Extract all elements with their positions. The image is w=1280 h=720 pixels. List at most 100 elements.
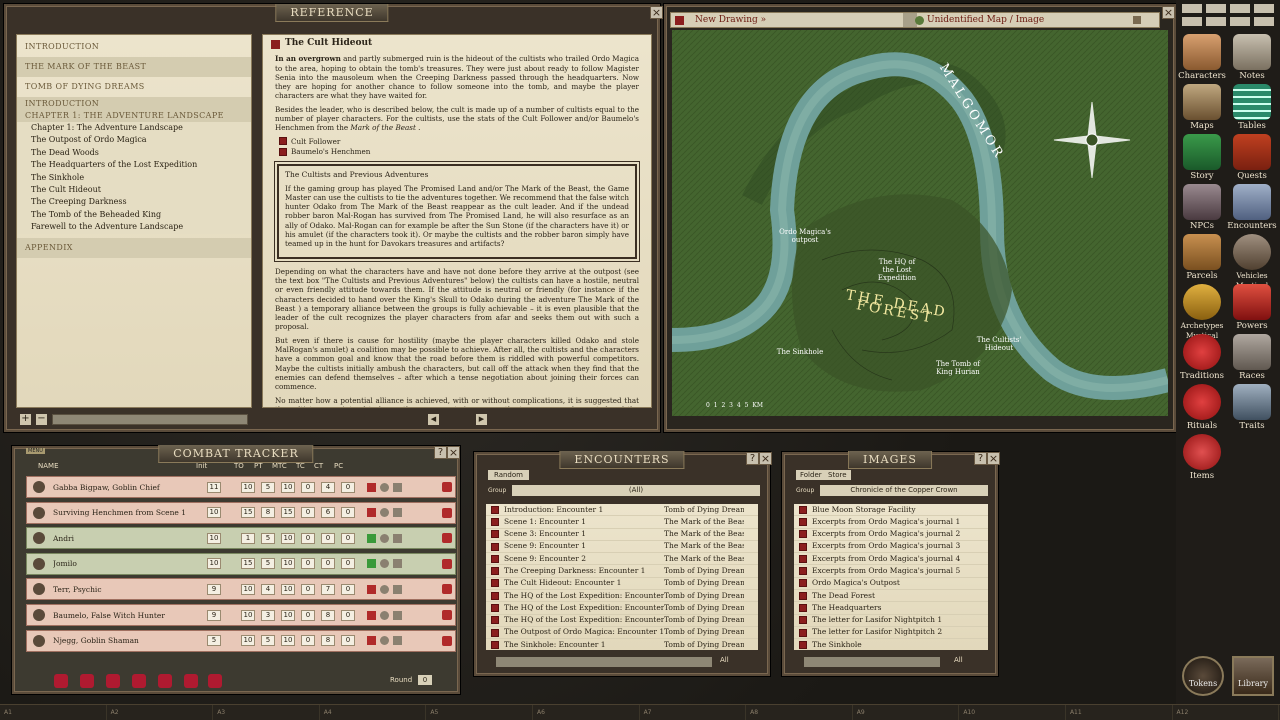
- encounter-item[interactable]: The Creeping Darkness: Encounter 1Tomb o…: [486, 565, 758, 577]
- toc-item[interactable]: Tomb of Dying Dreams: [17, 77, 251, 97]
- hotkey-slot[interactable]: A12: [1173, 705, 1280, 720]
- toc-sub-item[interactable]: The Cult Hideout: [17, 184, 251, 196]
- encounter-item[interactable]: The Cult Hideout: Encounter 1Tomb of Dyi…: [486, 578, 758, 590]
- sidebar-button-npcs[interactable]: NPCs: [1177, 184, 1227, 231]
- delete-icon[interactable]: [442, 610, 452, 620]
- sidebar-button-traits[interactable]: Traits: [1227, 384, 1277, 431]
- toc-sub-item[interactable]: Farewell to the Adventure Landscape: [17, 221, 251, 233]
- d4-icon[interactable]: [54, 674, 68, 688]
- encounter-item[interactable]: The Outpost of Ordo Magica: Encounter 1T…: [486, 627, 758, 639]
- target-icon[interactable]: [380, 611, 389, 620]
- encounter-item[interactable]: The HQ of the Lost Expedition: Encounter…: [486, 615, 758, 627]
- dmod-icon[interactable]: [208, 674, 222, 688]
- hotkey-slot[interactable]: A10: [959, 705, 1066, 720]
- init-field[interactable]: 10: [207, 533, 221, 544]
- image-item[interactable]: The Dead Forest: [794, 590, 988, 602]
- stat-field[interactable]: 10: [241, 482, 255, 493]
- effect-icon[interactable]: [367, 534, 376, 543]
- init-field[interactable]: 5: [207, 635, 221, 646]
- stat-field[interactable]: 1: [241, 533, 255, 544]
- stat-field[interactable]: 0: [341, 507, 355, 518]
- stat-field[interactable]: 0: [301, 507, 315, 518]
- toc-item[interactable]: The Mark of the Beast: [17, 57, 251, 77]
- image-item[interactable]: Excerpts from Ordo Magica's journal 3: [794, 541, 988, 553]
- toc-sub-item[interactable]: The Creeping Darkness: [17, 196, 251, 208]
- toc-sub-item[interactable]: The Outpost of Ordo Magica: [17, 134, 251, 146]
- combatant-row[interactable]: Gabba Bigpaw, Goblin Chief1110510040: [26, 476, 456, 498]
- sword-icon[interactable]: [393, 559, 402, 568]
- help-button[interactable]: ?: [434, 446, 447, 459]
- combatant-row[interactable]: Terr, Psychic910410070: [26, 578, 456, 600]
- toc-sub-item[interactable]: The Dead Woods: [17, 147, 251, 159]
- combatant-row[interactable]: Surviving Henchmen from Scene 1101581506…: [26, 502, 456, 524]
- hotkey-slot[interactable]: A5: [426, 705, 533, 720]
- map-tab-new-drawing[interactable]: New Drawing »: [695, 15, 766, 25]
- group-select[interactable]: (All): [512, 485, 760, 496]
- doc-link[interactable]: Cult Follower: [279, 137, 635, 146]
- tokens-button[interactable]: Tokens: [1182, 656, 1224, 696]
- stat-field[interactable]: 0: [301, 558, 315, 569]
- sidebar-button-maps[interactable]: Maps: [1177, 84, 1227, 131]
- stat-field[interactable]: 15: [281, 507, 295, 518]
- stat-field[interactable]: 8: [321, 635, 335, 646]
- sidebar-button-notes[interactable]: Notes: [1227, 34, 1277, 81]
- effect-icon[interactable]: [367, 483, 376, 492]
- sidebar-button-quests[interactable]: Quests: [1227, 134, 1277, 181]
- toolbar-icon[interactable]: [1230, 4, 1250, 13]
- close-reference-button[interactable]: ×: [650, 6, 663, 19]
- sword-icon[interactable]: [393, 585, 402, 594]
- sidebar-button-encounters[interactable]: Encounters: [1227, 184, 1277, 231]
- toc-item[interactable]: Introduction: [17, 97, 251, 110]
- target-icon[interactable]: [380, 585, 389, 594]
- library-button[interactable]: Library: [1232, 656, 1274, 696]
- toc-item[interactable]: Chapter 1: The Adventure Landscape: [17, 110, 251, 122]
- stat-field[interactable]: 10: [281, 482, 295, 493]
- sword-icon[interactable]: [393, 636, 402, 645]
- stat-field[interactable]: 0: [301, 584, 315, 595]
- images-filter-input[interactable]: [804, 657, 940, 667]
- stat-field[interactable]: 5: [261, 533, 275, 544]
- target-icon[interactable]: [380, 483, 389, 492]
- hotkey-slot[interactable]: A1: [0, 705, 107, 720]
- sidebar-button-races[interactable]: Races: [1227, 334, 1277, 381]
- stat-field[interactable]: 0: [321, 533, 335, 544]
- toolbar-icon[interactable]: [1206, 17, 1226, 26]
- toc-sub-item[interactable]: The Headquarters of the Lost Expedition: [17, 159, 251, 171]
- sidebar-button-story[interactable]: Story: [1177, 134, 1227, 181]
- encounter-item[interactable]: The HQ of the Lost Expedition: Encounter…: [486, 602, 758, 614]
- toc-sub-item[interactable]: Chapter 1: The Adventure Landscape: [17, 122, 251, 134]
- help-button[interactable]: ?: [746, 452, 759, 465]
- stat-field[interactable]: 10: [241, 584, 255, 595]
- image-item[interactable]: Excerpts from Ordo Magica's journal 5: [794, 565, 988, 577]
- stat-field[interactable]: 10: [281, 635, 295, 646]
- encounters-filter-input[interactable]: [496, 657, 712, 667]
- sidebar-button-archetypes[interactable]: Archetypes Mystical: [1177, 284, 1227, 341]
- encounter-item[interactable]: Scene 3: Encounter 1The Mark of the Beas…: [486, 529, 758, 541]
- stat-field[interactable]: 0: [301, 533, 315, 544]
- init-field[interactable]: 10: [207, 558, 221, 569]
- effect-icon[interactable]: [367, 611, 376, 620]
- toolbar-icon[interactable]: [1206, 4, 1226, 13]
- hotkey-slot[interactable]: A9: [853, 705, 960, 720]
- init-field[interactable]: 9: [207, 610, 221, 621]
- all-button[interactable]: All: [954, 656, 963, 664]
- doc-link[interactable]: Baumelo's Henchmen: [279, 147, 635, 156]
- random-tab[interactable]: Random: [488, 470, 529, 480]
- delete-icon[interactable]: [442, 482, 452, 492]
- sidebar-button-vehicles[interactable]: Vehicles Mystical: [1227, 234, 1277, 291]
- image-item[interactable]: The letter for Lasifor Nightpitch 1: [794, 615, 988, 627]
- delete-icon[interactable]: [442, 533, 452, 543]
- add-icon[interactable]: +: [20, 414, 31, 425]
- hotkey-slot[interactable]: A11: [1066, 705, 1173, 720]
- image-item[interactable]: The Headquarters: [794, 602, 988, 614]
- stat-field[interactable]: 10: [241, 610, 255, 621]
- stat-field[interactable]: 10: [241, 635, 255, 646]
- image-item[interactable]: The Sinkhole: [794, 639, 988, 650]
- stat-field[interactable]: 0: [301, 610, 315, 621]
- image-item[interactable]: Blue Moon Storage Facility: [794, 504, 988, 516]
- image-item[interactable]: Ordo Magica's Outpost: [794, 578, 988, 590]
- toc-sub-item[interactable]: The Sinkhole: [17, 172, 251, 184]
- stat-field[interactable]: 10: [281, 533, 295, 544]
- stat-field[interactable]: 8: [261, 507, 275, 518]
- stat-field[interactable]: 6: [321, 507, 335, 518]
